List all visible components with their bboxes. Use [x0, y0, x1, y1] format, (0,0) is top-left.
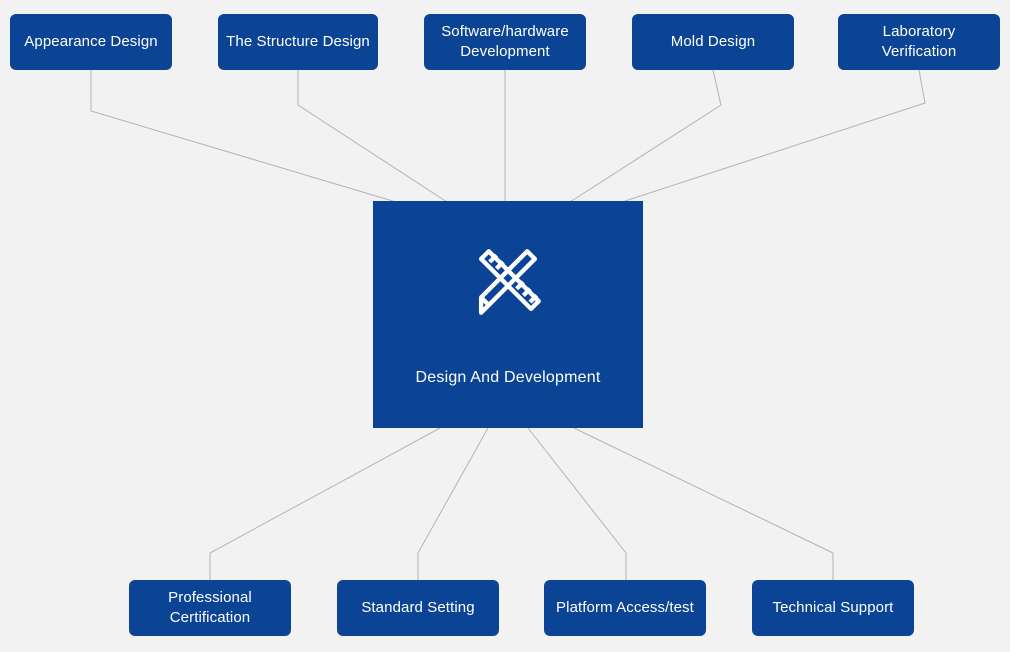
- connector-laboratory-verification: [621, 69, 926, 203]
- connector-standard-setting: [417, 427, 489, 580]
- node-label: Professional Certification: [168, 589, 252, 626]
- node-label: Laboratory Verification: [881, 23, 957, 60]
- node-design-and-development[interactable]: Design And Development: [373, 201, 643, 428]
- node-label: Mold Design: [670, 33, 756, 51]
- connector-appearance-design: [90, 70, 397, 203]
- node-label: The Structure Design: [226, 33, 370, 51]
- node-software-hardware-development[interactable]: Software/hardware Development: [424, 14, 586, 70]
- node-laboratory-verification[interactable]: Laboratory Verification: [838, 14, 1000, 70]
- node-appearance-design[interactable]: Appearance Design: [10, 14, 172, 70]
- node-label: Appearance Design: [24, 33, 158, 51]
- connector-technical-support: [573, 427, 834, 580]
- node-label: Technical Support: [772, 599, 894, 617]
- ruler-pencil-icon: [478, 249, 541, 315]
- node-the-structure-design[interactable]: The Structure Design: [218, 14, 378, 70]
- connector-the-structure-design: [297, 70, 448, 203]
- center-node-label: Design And Development: [415, 369, 601, 386]
- node-platform-access-test[interactable]: Platform Access/test: [544, 580, 706, 636]
- node-technical-support[interactable]: Technical Support: [752, 580, 914, 636]
- node-professional-certification[interactable]: Professional Certification: [129, 580, 291, 636]
- node-standard-setting[interactable]: Standard Setting: [337, 580, 499, 636]
- diagram-canvas: Appearance Design The Structure Design S…: [0, 0, 1010, 652]
- node-mold-design[interactable]: Mold Design: [632, 14, 794, 70]
- node-label: Platform Access/test: [556, 599, 694, 617]
- connector-mold-design: [569, 69, 722, 203]
- connector-platform-access-test: [527, 427, 627, 580]
- node-label: Software/hardware Development: [441, 23, 569, 60]
- node-label: Standard Setting: [361, 599, 475, 617]
- connector-professional-certification: [209, 427, 441, 580]
